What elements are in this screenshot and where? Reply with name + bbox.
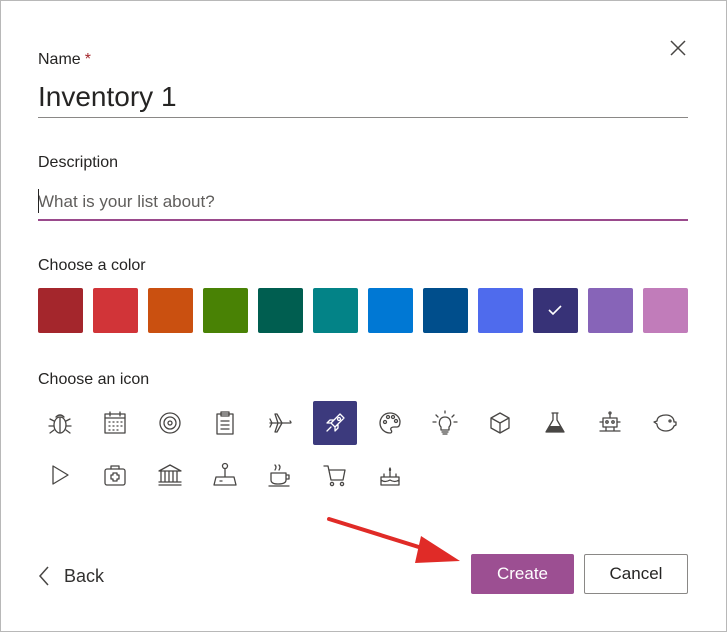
icon-option[interactable] [313,453,357,497]
back-button-label: Back [64,565,105,586]
icon-option[interactable] [258,401,302,445]
icon-option[interactable] [368,453,412,497]
beaker-icon [545,412,565,433]
icon-option[interactable] [423,401,467,445]
annotation-arrow [327,517,460,563]
icon-label: Choose an icon [38,371,150,388]
icon-option[interactable] [148,453,192,497]
color-swatch[interactable] [533,288,578,333]
icon-option[interactable] [533,401,577,445]
color-swatch[interactable] [93,288,138,333]
color-swatch[interactable] [643,288,688,333]
color-swatch[interactable] [38,288,83,333]
clipboard-icon [216,411,234,435]
icon-option[interactable] [643,401,687,445]
color-swatch[interactable] [148,288,193,333]
name-label: Name * [38,51,91,69]
create-button[interactable]: Create [471,554,574,594]
name-field-underline [38,117,688,118]
icon-option[interactable] [588,401,632,445]
name-label-text: Name [38,51,81,68]
coffee-icon [268,464,290,487]
lightbulb-icon [432,410,458,435]
color-swatch[interactable] [588,288,633,333]
close-icon [670,40,686,56]
color-swatch[interactable] [423,288,468,333]
robot-icon [599,411,621,432]
description-label: Description [38,154,119,171]
color-swatch[interactable] [258,288,303,333]
piggy-bank-icon [653,414,677,432]
icon-option[interactable] [368,401,412,445]
chevron-left-icon [38,566,49,586]
icon-option[interactable] [38,401,82,445]
required-marker: * [84,51,91,68]
joystick-icon [213,462,237,486]
color-swatch[interactable] [203,288,248,333]
bank-icon [158,464,182,486]
create-list-dialog: Name* Inventory 1 Description Choose a c… [0,0,727,632]
bug-icon [48,414,72,434]
checkmark-icon [548,305,562,316]
icon-option[interactable] [93,401,137,445]
calendar-icon [104,411,126,434]
cancel-button[interactable]: Cancel [584,554,688,594]
description-field-underline [38,219,688,221]
color-swatch[interactable] [478,288,523,333]
color-swatch[interactable] [313,288,358,333]
description-field[interactable] [38,187,688,217]
icon-option[interactable] [313,401,357,445]
birthday-cake-icon [380,467,400,486]
back-button[interactable]: Back [38,561,104,591]
icon-option[interactable] [203,453,247,497]
icon-option[interactable] [38,453,82,497]
icon-grid [38,401,698,511]
icon-option[interactable] [258,453,302,497]
icon-option[interactable] [148,401,192,445]
cube-icon [490,412,510,434]
target-icon [159,412,181,434]
icon-option[interactable] [478,401,522,445]
color-swatches [38,288,698,333]
first-aid-kit-icon [104,465,126,486]
shopping-cart-icon [323,465,346,487]
icon-option[interactable] [203,401,247,445]
play-icon [52,465,69,485]
text-caret [38,189,39,213]
icon-option[interactable] [93,453,137,497]
rocket-icon [326,413,345,432]
color-label: Choose a color [38,257,146,274]
airplane-icon [269,413,292,433]
palette-icon [379,412,401,434]
name-field[interactable]: Inventory 1 [38,81,688,117]
color-swatch[interactable] [368,288,413,333]
close-button[interactable] [665,35,691,61]
